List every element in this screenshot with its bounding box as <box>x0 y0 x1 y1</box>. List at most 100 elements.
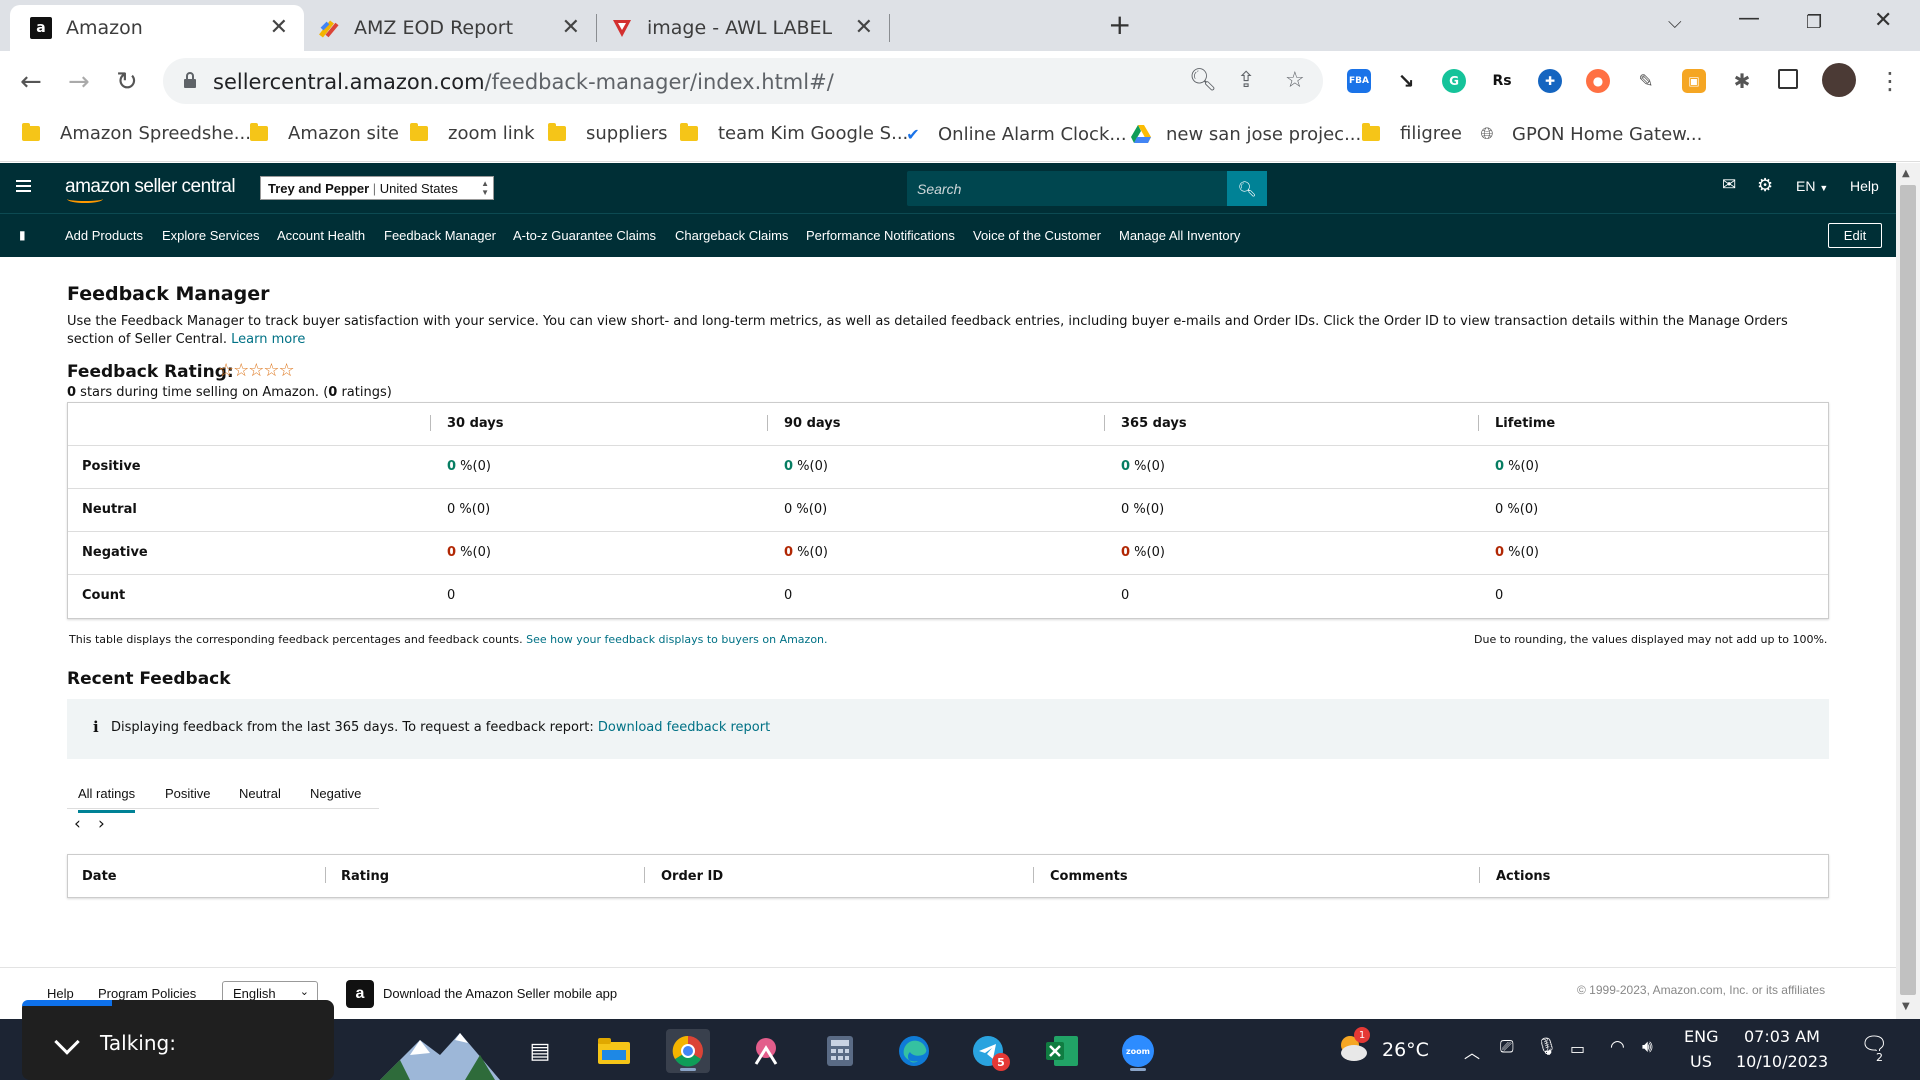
bookmark-item[interactable]: ✔ Online Alarm Clock... <box>902 123 1126 145</box>
file-explorer-icon[interactable] <box>592 1029 636 1073</box>
language-selector[interactable]: EN ▼ <box>1796 178 1828 194</box>
nav-manage-inventory[interactable]: Manage All Inventory <box>1119 228 1240 243</box>
input-region[interactable]: US <box>1690 1052 1712 1071</box>
bookmark-item[interactable]: Amazon Spreedshe... <box>22 123 251 144</box>
bookmark-item[interactable]: filigree <box>1362 123 1462 144</box>
gear-icon[interactable]: ⚙ <box>1757 175 1773 196</box>
column-header[interactable]: Order ID <box>661 869 723 884</box>
weather-temperature[interactable]: 26°C <box>1382 1039 1429 1061</box>
bookmark-item[interactable]: zoom link <box>410 123 535 144</box>
clock-time[interactable]: 07:03 AM <box>1744 1027 1820 1046</box>
side-panel-icon[interactable] <box>1778 69 1798 89</box>
microphone-icon[interactable]: 🎙︎ <box>1536 1037 1558 1057</box>
program-policies-link[interactable]: Program Policies <box>98 986 196 1001</box>
scroll-down-icon[interactable]: ▼ <box>1902 1001 1910 1012</box>
new-tab-button[interactable]: + <box>1108 8 1131 41</box>
mobile-app-link[interactable]: Download the Amazon Seller mobile app <box>383 986 617 1001</box>
nav-add-products[interactable]: Add Products <box>65 228 143 243</box>
zoom-icon[interactable]: zoom <box>1116 1029 1160 1073</box>
calculator-icon[interactable] <box>818 1029 862 1073</box>
nav-performance-notifications[interactable]: Performance Notifications <box>806 228 955 243</box>
close-tab-icon[interactable]: ✕ <box>855 15 873 40</box>
back-arrow-icon[interactable]: ← <box>20 67 42 97</box>
task-view-icon[interactable]: ▤ <box>518 1029 562 1073</box>
mail-icon[interactable]: ✉ <box>1722 175 1736 195</box>
close-window-button[interactable]: ✕ <box>1874 8 1892 33</box>
edge-icon[interactable] <box>892 1029 936 1073</box>
chrome-taskbar-icon[interactable] <box>666 1029 710 1073</box>
bookmark-item[interactable]: Amazon site <box>250 123 399 144</box>
bookmark-item[interactable]: team Kim Google S... <box>680 123 908 144</box>
tab-all-ratings[interactable]: All ratings <box>78 786 136 813</box>
minimize-window-button[interactable]: — <box>1738 6 1760 31</box>
nav-account-health[interactable]: Account Health <box>277 228 365 243</box>
scrollbar-thumb[interactable] <box>1900 185 1916 995</box>
excel-icon[interactable] <box>1040 1029 1084 1073</box>
scroll-up-icon[interactable]: ▲ <box>1902 168 1910 179</box>
forward-arrow-icon[interactable]: → <box>68 67 90 97</box>
restore-window-button[interactable]: ❐ <box>1806 12 1822 33</box>
profile-avatar[interactable] <box>1822 63 1856 97</box>
tab-positive[interactable]: Positive <box>165 786 211 801</box>
rs-extension-icon[interactable]: Rs <box>1490 69 1514 93</box>
tab-amazon[interactable]: a Amazon ✕ <box>10 5 304 51</box>
feedback-display-link[interactable]: See how your feedback displays to buyers… <box>526 633 827 646</box>
volume-icon[interactable]: 🔊︎ <box>1642 1037 1653 1057</box>
weather-icon[interactable]: 1 <box>1334 1027 1370 1067</box>
vertical-scrollbar[interactable]: ▲ ▼ <box>1896 163 1920 1019</box>
feather-extension-icon[interactable]: ✎ <box>1634 69 1658 93</box>
column-header[interactable]: Rating <box>341 869 389 884</box>
tab-awl-label[interactable]: image - AWL LABEL ✕ <box>597 5 889 51</box>
footer-help-link[interactable]: Help <box>47 986 74 1001</box>
prev-page-icon[interactable]: ‹ <box>74 814 81 834</box>
zoom-icon[interactable]: 🔍︎ <box>1189 68 1217 93</box>
bookmark-item[interactable]: 🌐︎ GPON Home Gatew... <box>1476 123 1703 145</box>
nav-a-to-z-claims[interactable]: A-to-z Guarantee Claims <box>513 228 656 243</box>
tab-search-chevron-icon[interactable]: ⌵ <box>1668 12 1682 33</box>
zoom-talking-overlay[interactable]: Talking: <box>22 1000 334 1080</box>
show-hidden-icons-icon[interactable]: ︿ <box>1464 1039 1480 1063</box>
meet-now-icon[interactable]: ⎚ <box>1500 1037 1514 1057</box>
search-input[interactable] <box>907 171 1267 206</box>
chrome-menu-icon[interactable]: ⋮ <box>1878 67 1902 95</box>
fba-extension-icon[interactable]: FBA <box>1347 69 1371 93</box>
puzzle-extensions-icon[interactable]: ✱ <box>1730 69 1754 93</box>
notification-icon[interactable]: 🗨︎ <box>1860 1033 1888 1058</box>
edit-nav-button[interactable]: Edit <box>1828 223 1882 248</box>
chevron-down-icon[interactable] <box>54 1029 80 1055</box>
close-tab-icon[interactable]: ✕ <box>562 15 580 40</box>
download-report-link[interactable]: Download feedback report <box>598 720 770 735</box>
address-bar[interactable]: sellercentral.amazon.com/feedback-manage… <box>163 58 1323 104</box>
nav-voice-of-customer[interactable]: Voice of the Customer <box>973 228 1101 243</box>
column-header[interactable]: Comments <box>1050 869 1128 884</box>
help-link[interactable]: Help <box>1850 178 1879 194</box>
clock-date[interactable]: 10/10/2023 <box>1736 1052 1828 1071</box>
tab-neutral[interactable]: Neutral <box>239 786 281 801</box>
snipping-tool-icon[interactable] <box>744 1029 788 1073</box>
tab-negative[interactable]: Negative <box>310 786 361 801</box>
bookmark-item[interactable]: new san jose projec... <box>1130 123 1361 145</box>
share-icon[interactable]: ⇪ <box>1237 68 1255 93</box>
grammarly-extension-icon[interactable]: G <box>1442 69 1466 93</box>
bookmark-item[interactable]: suppliers <box>548 123 668 144</box>
wifi-icon[interactable]: ◠ <box>1610 1037 1625 1057</box>
seller-central-logo[interactable]: amazon seller central <box>65 176 236 203</box>
cursor-extension-icon[interactable]: ↘ <box>1394 69 1418 93</box>
bookmark-icon[interactable]: ▮ <box>19 228 26 242</box>
column-header[interactable]: Date <box>82 869 117 884</box>
hamburger-menu-icon[interactable] <box>16 180 31 192</box>
helium-extension-icon[interactable]: ✚ <box>1538 69 1562 93</box>
column-header[interactable]: Actions <box>1496 869 1550 884</box>
honey-extension-icon[interactable]: ▣ <box>1682 69 1706 93</box>
store-selector[interactable]: Trey and Pepper | United States ▲ ▼ <box>260 176 494 200</box>
tab-amz-eod-report[interactable]: AMZ EOD Report ✕ <box>304 5 596 51</box>
nav-feedback-manager[interactable]: Feedback Manager <box>384 228 496 243</box>
learn-more-link[interactable]: Learn more <box>231 332 305 347</box>
telegram-icon[interactable]: 5 <box>966 1029 1010 1073</box>
nav-explore-services[interactable]: Explore Services <box>162 228 260 243</box>
landscape-widget-icon[interactable] <box>380 1025 500 1080</box>
next-page-icon[interactable]: › <box>98 814 105 834</box>
battery-icon[interactable]: ▭ <box>1570 1039 1585 1058</box>
orange-circle-extension-icon[interactable]: ● <box>1586 69 1610 93</box>
nav-chargeback-claims[interactable]: Chargeback Claims <box>675 228 788 243</box>
